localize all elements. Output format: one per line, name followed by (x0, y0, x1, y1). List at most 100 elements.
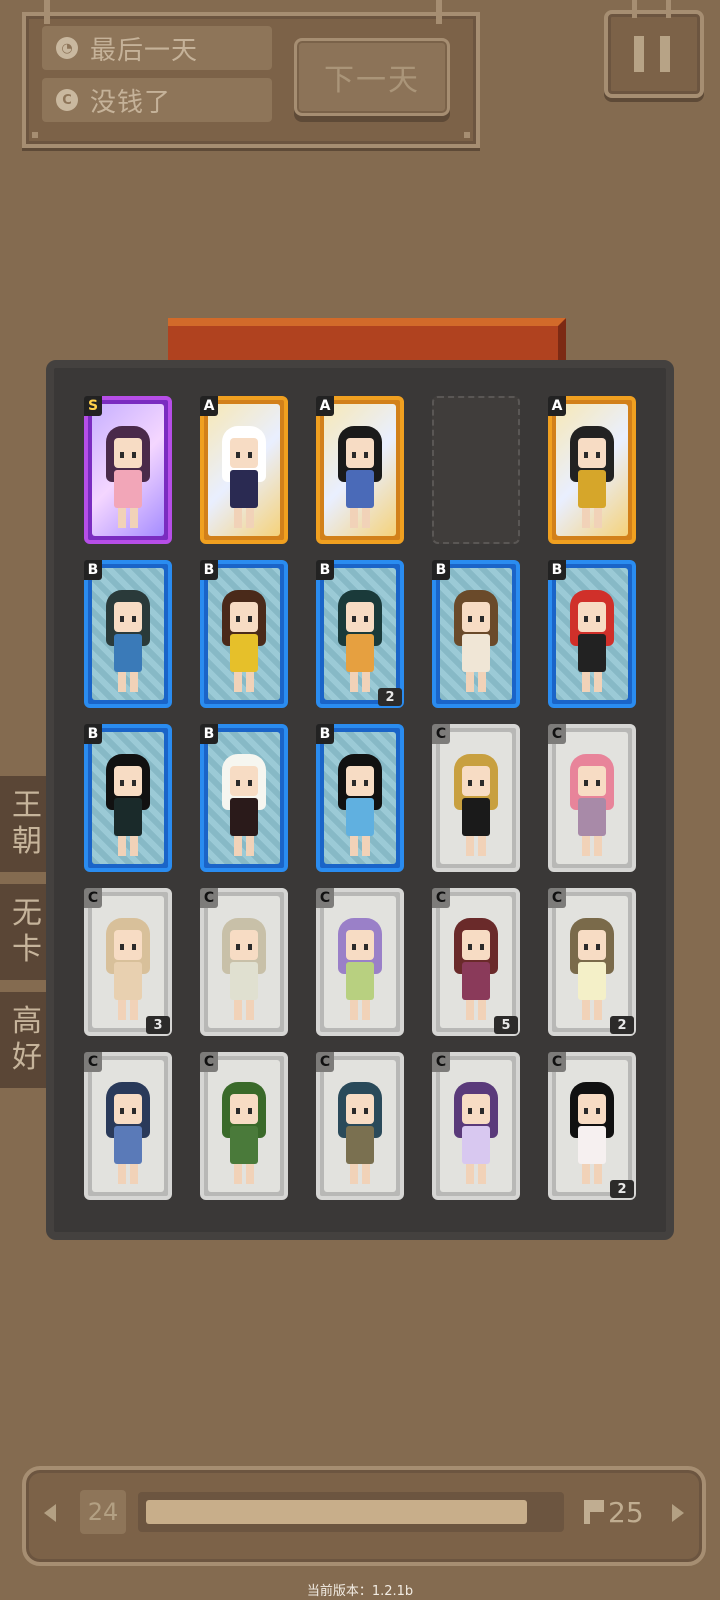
rank-badge: B (84, 560, 102, 580)
character-figure (451, 590, 501, 700)
card-count-badge: 3 (146, 1016, 170, 1034)
status-panel: ◔ 最后一天 C 没钱了 下一天 (22, 0, 480, 148)
side-tab-label: 高 (12, 1004, 42, 1039)
card-art (440, 1060, 512, 1192)
card-art (440, 568, 512, 700)
card-art (556, 896, 628, 1028)
empty-card-slot[interactable] (432, 396, 520, 544)
character-figure (103, 754, 153, 864)
character-card[interactable]: C (432, 724, 520, 872)
card-art (556, 568, 628, 700)
card-count-badge: 5 (494, 1016, 518, 1034)
character-card[interactable]: C (316, 1052, 404, 1200)
rank-badge: C (432, 888, 450, 908)
character-card[interactable]: C (432, 1052, 520, 1200)
card-art (208, 1060, 280, 1192)
side-tab-label: 王 (12, 788, 42, 823)
character-card[interactable]: A (548, 396, 636, 544)
side-tab-3[interactable]: 高 好 (0, 992, 48, 1088)
character-figure (451, 918, 501, 1028)
character-figure (219, 754, 269, 864)
progress-track (138, 1492, 564, 1532)
rank-badge: B (200, 560, 218, 580)
character-card[interactable]: C2 (548, 888, 636, 1036)
character-card[interactable]: S (84, 396, 172, 544)
rank-badge: C (84, 888, 102, 908)
character-figure (567, 918, 617, 1028)
card-art (92, 568, 164, 700)
money-row: C 没钱了 (42, 78, 272, 122)
character-card[interactable]: A (316, 396, 404, 544)
character-card[interactable]: B (84, 724, 172, 872)
pause-hook (632, 0, 637, 18)
card-art (324, 568, 396, 700)
card-art (92, 404, 164, 536)
card-count-badge: 2 (610, 1180, 634, 1198)
character-card[interactable]: C (548, 724, 636, 872)
day-text: 最后一天 (90, 35, 199, 66)
flag-icon (584, 1500, 604, 1524)
character-card[interactable]: B (548, 560, 636, 708)
character-figure (219, 590, 269, 700)
side-tab-1[interactable]: 王 朝 (0, 776, 48, 872)
rank-badge: B (316, 724, 334, 744)
rank-badge: A (200, 396, 218, 416)
panel-hook (436, 0, 442, 24)
character-card[interactable]: C3 (84, 888, 172, 1036)
card-art (324, 1060, 396, 1192)
character-figure (335, 918, 385, 1028)
pause-icon (634, 36, 644, 72)
character-card[interactable]: B (200, 560, 288, 708)
character-card[interactable]: C (84, 1052, 172, 1200)
character-figure (103, 590, 153, 700)
rank-badge: C (432, 724, 450, 744)
rank-badge: A (548, 396, 566, 416)
rank-badge: C (84, 1052, 102, 1072)
character-card[interactable]: C (200, 888, 288, 1036)
character-card[interactable]: C5 (432, 888, 520, 1036)
arrow-right-icon (672, 1504, 684, 1522)
pause-button[interactable] (604, 0, 704, 98)
rank-badge: B (548, 560, 566, 580)
next-day-button[interactable]: 下一天 (294, 38, 450, 116)
progress-fill (146, 1500, 527, 1524)
character-figure (451, 754, 501, 864)
card-art (324, 896, 396, 1028)
side-tab-label: 好 (12, 1040, 42, 1075)
character-figure (219, 426, 269, 536)
character-card[interactable]: B (432, 560, 520, 708)
character-figure (567, 590, 617, 700)
character-card[interactable]: B (316, 724, 404, 872)
character-figure (103, 426, 153, 536)
rank-badge: S (84, 396, 102, 416)
character-card[interactable]: A (200, 396, 288, 544)
clock-icon: ◔ (56, 37, 78, 59)
card-count-badge: 2 (378, 688, 402, 706)
card-art (208, 732, 280, 864)
character-card[interactable]: B (84, 560, 172, 708)
card-collection-panel: SAAABBB2BBBBBCCC3CCC5C2CCCCC2 (46, 360, 674, 1240)
character-figure (335, 590, 385, 700)
character-card[interactable]: C (200, 1052, 288, 1200)
character-card[interactable]: C2 (548, 1052, 636, 1200)
character-card[interactable]: B (200, 724, 288, 872)
side-tab-2[interactable]: 无 卡 (0, 884, 48, 980)
character-figure (567, 754, 617, 864)
rank-badge: C (548, 888, 566, 908)
character-figure (567, 426, 617, 536)
card-art (440, 732, 512, 864)
panel-rivet (32, 132, 38, 138)
card-art (440, 896, 512, 1028)
character-figure (567, 1082, 617, 1192)
character-figure (219, 1082, 269, 1192)
character-card[interactable]: C (316, 888, 404, 1036)
character-figure (335, 754, 385, 864)
rank-badge: B (316, 560, 334, 580)
rank-badge: C (548, 724, 566, 744)
card-art (208, 568, 280, 700)
arrow-left-icon (44, 1504, 56, 1522)
character-card[interactable]: B2 (316, 560, 404, 708)
character-figure (451, 1082, 501, 1192)
card-art (208, 404, 280, 536)
goal-level: 25 (584, 1490, 644, 1534)
